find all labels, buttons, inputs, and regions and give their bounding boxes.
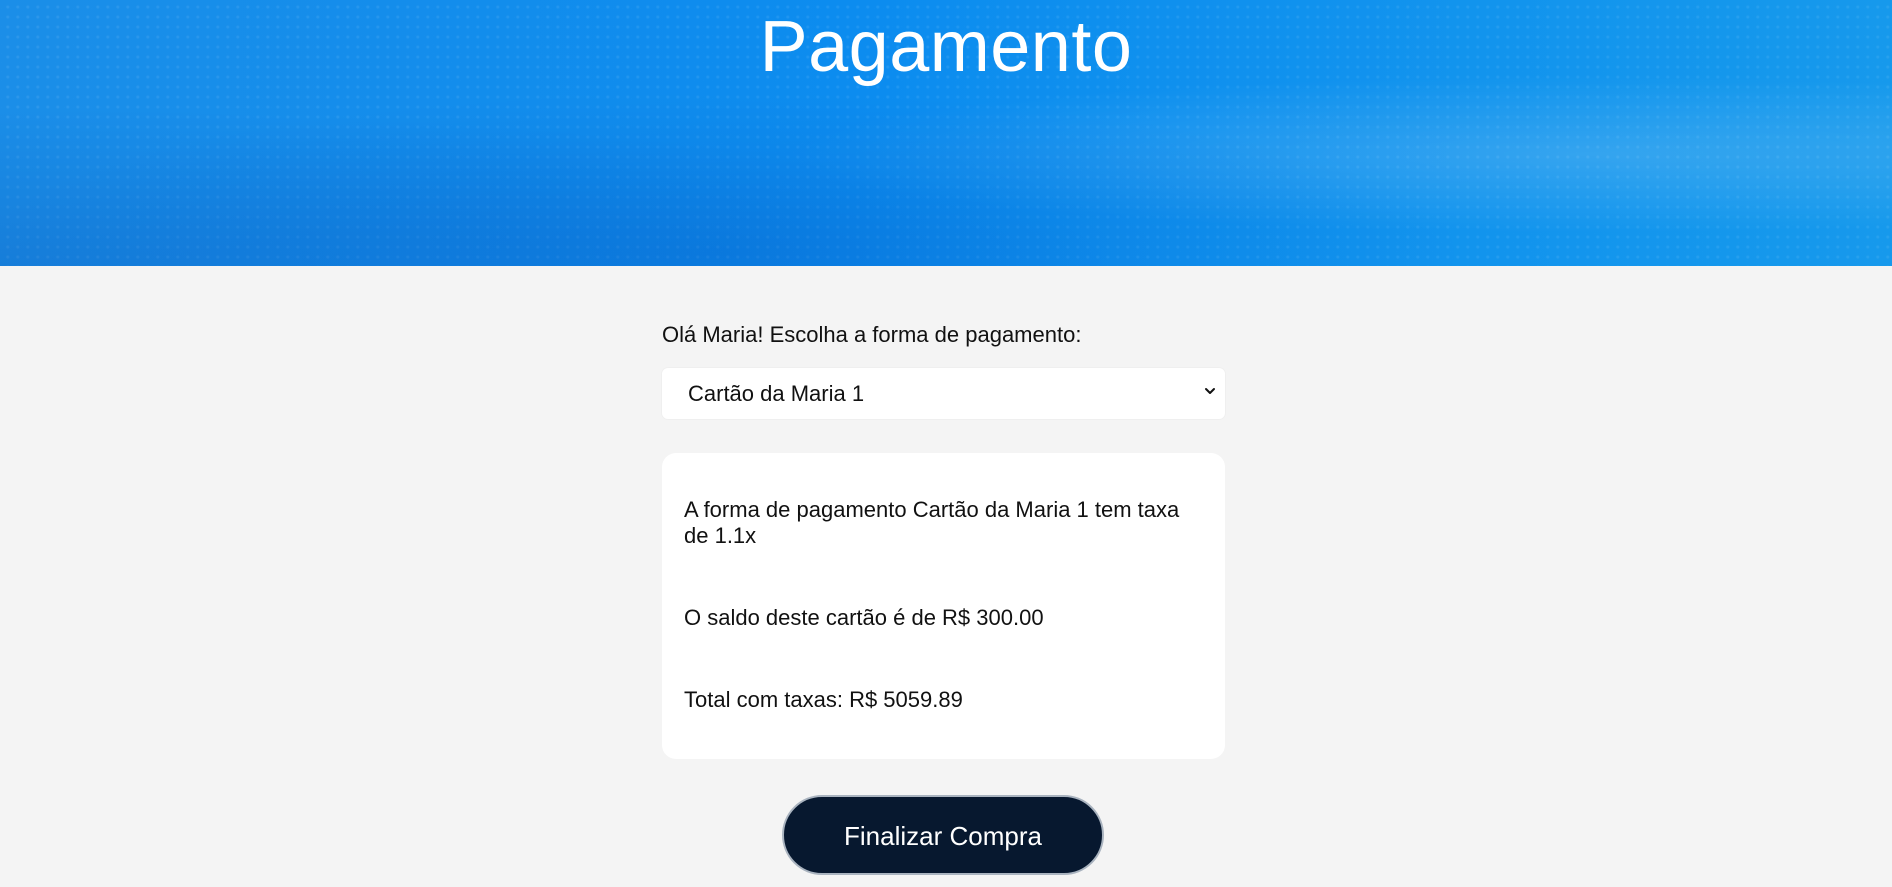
payment-details-card: A forma de pagamento Cartão da Maria 1 t… [662,453,1225,759]
payment-content: Olá Maria! Escolha a forma de pagamento:… [662,320,1225,759]
payment-header: Pagamento [0,0,1892,266]
finalize-purchase-button[interactable]: Finalizar Compra [782,795,1104,875]
payment-method-prompt: Olá Maria! Escolha a forma de pagamento: [662,322,1082,347]
payment-method-select[interactable]: Cartão da Maria 1 [662,368,1225,419]
fee-info-text: A forma de pagamento Cartão da Maria 1 t… [684,497,1180,548]
total-with-fees-text: Total com taxas: R$ 5059.89 [684,687,963,712]
page-title: Pagamento [759,7,1133,87]
card-balance-text: O saldo deste cartão é de R$ 300.00 [684,605,1044,630]
payment-method-select-container[interactable]: Cartão da Maria 1 [662,368,1225,419]
